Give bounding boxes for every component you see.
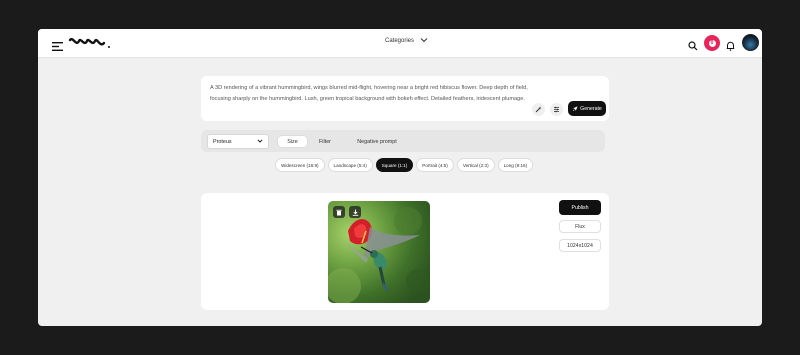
menu-icon[interactable] bbox=[52, 38, 63, 56]
search-icon[interactable] bbox=[688, 38, 698, 56]
tab-negative-prompt[interactable]: Negative prompt bbox=[345, 135, 409, 148]
enhance-button[interactable] bbox=[532, 103, 545, 116]
notification-count: 0 bbox=[708, 39, 716, 47]
resolution-tag: 1024x1024 bbox=[559, 239, 601, 252]
rocket-icon bbox=[573, 105, 578, 111]
chevron-down-icon bbox=[257, 138, 263, 145]
tab-filter[interactable]: Filter bbox=[311, 135, 339, 148]
size-option-widescreen[interactable]: Widescreen (16:9) bbox=[275, 158, 325, 172]
bell-icon[interactable] bbox=[726, 38, 735, 56]
sliders-icon bbox=[554, 106, 559, 113]
size-options: Widescreen (16:9) Landscape (5:4) Square… bbox=[275, 158, 534, 172]
generated-image[interactable] bbox=[328, 201, 430, 303]
generate-button[interactable]: Generate bbox=[568, 101, 606, 116]
publish-button[interactable]: Publish bbox=[559, 200, 601, 215]
size-option-vertical[interactable]: Vertical (2:3) bbox=[456, 158, 495, 172]
settings-button[interactable] bbox=[550, 103, 563, 116]
avatar[interactable] bbox=[742, 34, 759, 51]
options-bar: Proteus Size Filter Negative prompt bbox=[201, 130, 605, 152]
chevron-down-icon bbox=[420, 37, 428, 45]
result-card: Publish Flux 1024x1024 bbox=[201, 193, 609, 310]
tab-size[interactable]: Size bbox=[277, 135, 308, 148]
notification-badge[interactable]: 0 bbox=[704, 35, 720, 51]
logo[interactable] bbox=[68, 35, 112, 56]
magic-wand-icon bbox=[535, 106, 542, 113]
categories-label: Categories bbox=[385, 38, 415, 44]
size-option-long[interactable]: Long (9:16) bbox=[497, 158, 534, 172]
size-option-square[interactable]: Square (1:1) bbox=[375, 158, 414, 172]
size-option-portrait[interactable]: Portrait (4:5) bbox=[416, 158, 454, 172]
size-option-landscape[interactable]: Landscape (5:4) bbox=[327, 158, 373, 172]
top-navigation-bar: Categories 0 bbox=[38, 29, 762, 58]
delete-button[interactable] bbox=[333, 206, 345, 218]
app-window: Categories 0 A 3D rendering of a vibrant… bbox=[38, 29, 762, 326]
prompt-card: A 3D rendering of a vibrant hummingbird,… bbox=[201, 76, 609, 121]
model-select[interactable]: Proteus bbox=[207, 134, 269, 149]
generate-label: Generate bbox=[580, 105, 602, 112]
prompt-input[interactable]: A 3D rendering of a vibrant hummingbird,… bbox=[210, 83, 530, 104]
model-tag: Flux bbox=[559, 220, 601, 233]
download-icon bbox=[352, 209, 358, 216]
model-select-value: Proteus bbox=[213, 138, 232, 145]
categories-dropdown[interactable]: Categories bbox=[385, 37, 428, 45]
trash-icon bbox=[336, 209, 342, 215]
download-button[interactable] bbox=[349, 206, 361, 218]
